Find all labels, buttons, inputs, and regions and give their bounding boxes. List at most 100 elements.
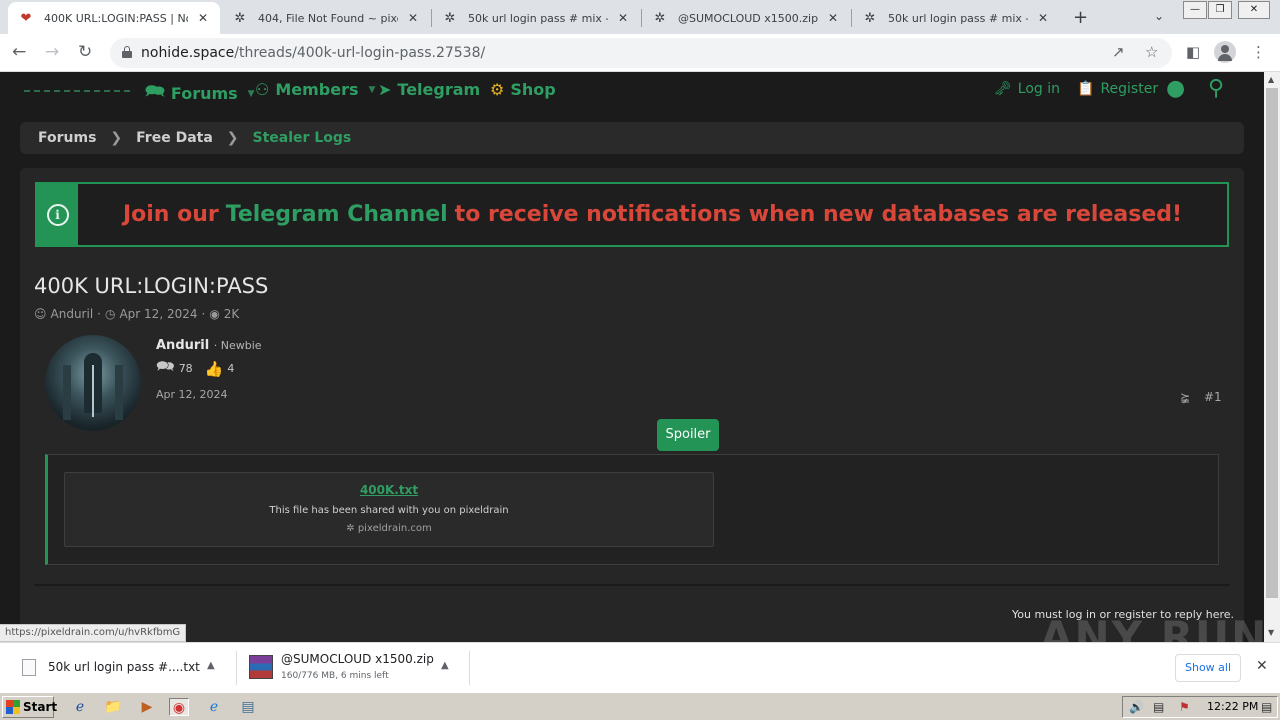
- post-date[interactable]: Apr 12, 2024: [156, 388, 228, 401]
- chevron-down-icon[interactable]: ▼: [248, 89, 255, 99]
- scroll-down-icon[interactable]: ▼: [1268, 628, 1274, 637]
- download-name: @SUMOCLOUD x1500.zip: [281, 652, 434, 666]
- user-rank-separator: ·: [213, 339, 221, 352]
- close-icon[interactable]: ✕: [406, 11, 420, 25]
- nav-shop[interactable]: ⚙ Shop: [490, 80, 556, 99]
- file-name-link[interactable]: 400K.txt: [65, 483, 713, 497]
- status-url: https://pixeldrain.com/u/hvRkfbmG: [0, 624, 187, 642]
- close-icon[interactable]: ✕: [1036, 11, 1050, 25]
- back-arrow-icon[interactable]: ←: [12, 42, 26, 62]
- thread-views: 2K: [223, 307, 240, 321]
- chevron-up-icon[interactable]: ▲: [207, 660, 215, 671]
- close-window-icon[interactable]: ✕: [1238, 1, 1270, 19]
- anyrun-watermark: ANY RUN: [1040, 612, 1264, 642]
- volume-icon[interactable]: 🔊: [1129, 700, 1144, 714]
- media-player-icon[interactable]: ▶: [137, 698, 157, 716]
- chevron-up-icon[interactable]: ▲: [441, 660, 449, 671]
- new-tab-button[interactable]: +: [1073, 7, 1088, 28]
- close-icon[interactable]: ✕: [826, 11, 840, 25]
- site-header: 🗪 Forums ▼ ⚇ Members ▼ ➤ Telegram ⚙ Shop…: [0, 72, 1264, 112]
- clipboard-icon: 📋: [1077, 81, 1095, 97]
- menu-kebab-icon[interactable]: ⋮: [1251, 43, 1266, 61]
- minimize-icon[interactable]: —: [1183, 1, 1207, 19]
- key-icon: 🗝: [994, 81, 1012, 97]
- tab-pixeldrain-50k-2[interactable]: ✲ 50k url login pass # mix - 65.txt ✕: [852, 2, 1060, 34]
- chevron-down-icon[interactable]: ▼: [369, 85, 376, 95]
- share-page-icon[interactable]: ↗: [1112, 43, 1125, 61]
- breadcrumb-stealer-logs[interactable]: Stealer Logs: [253, 130, 352, 146]
- thread-author[interactable]: Anduril: [51, 307, 94, 321]
- windows-flag-icon: [6, 700, 20, 714]
- url-text[interactable]: nohide.space/threads/400k-url-login-pass…: [141, 45, 485, 61]
- address-bar[interactable]: nohide.space/threads/400k-url-login-pass…: [110, 38, 1172, 68]
- page-content: 🗪 Forums ▼ ⚇ Members ▼ ➤ Telegram ⚙ Shop…: [0, 72, 1264, 642]
- breadcrumb-forums[interactable]: Forums: [38, 130, 96, 146]
- restore-icon[interactable]: ❐: [1208, 1, 1232, 19]
- site-logo[interactable]: [24, 90, 130, 92]
- close-icon[interactable]: ✕: [1256, 658, 1268, 674]
- page-scrollbar[interactable]: ▲ ▼: [1264, 72, 1280, 642]
- ie-icon[interactable]: ℯ: [70, 698, 90, 716]
- login-link[interactable]: 🗝 Log in: [994, 81, 1060, 97]
- scroll-up-icon[interactable]: ▲: [1268, 75, 1274, 84]
- close-icon[interactable]: ✕: [616, 11, 630, 25]
- show-desktop-icon[interactable]: ▤: [1261, 700, 1272, 714]
- search-icon[interactable]: ⚲: [1208, 76, 1224, 101]
- thread-block: i Join our Telegram Channel to receive n…: [20, 168, 1244, 642]
- folder-icon[interactable]: 📁: [103, 698, 123, 716]
- meta-separator: ·: [201, 307, 206, 321]
- download-item[interactable]: 50k url login pass #....txt ▲: [0, 643, 236, 693]
- edge-icon[interactable]: ℯ: [204, 698, 224, 716]
- winrar-icon: [249, 655, 273, 679]
- tab-pixeldrain-sumocloud[interactable]: ✲ @SUMOCLOUD x1500.zip ~ pixeldrain ✕: [642, 2, 850, 34]
- bookmark-star-icon[interactable]: ☆: [1145, 43, 1158, 61]
- breadcrumb-free-data[interactable]: Free Data: [136, 130, 213, 146]
- clock[interactable]: 12:22 PM: [1207, 700, 1258, 713]
- chrome-icon[interactable]: ◉: [169, 698, 189, 716]
- network-icon[interactable]: ▤: [1153, 700, 1164, 714]
- download-progress: 160/776 MB, 6 mins left: [281, 671, 389, 681]
- divider: [34, 584, 1230, 586]
- system-tray: 🔊 ▤ ⚑ 12:22 PM ▤: [1122, 696, 1278, 718]
- tab-title: 400K URL:LOGIN:PASS | NoHide: [44, 11, 188, 25]
- tab-title: @SUMOCLOUD x1500.zip ~ pixeldrain: [678, 11, 818, 25]
- security-alert-icon[interactable]: ⚑: [1179, 700, 1190, 714]
- tab-search-chevron-icon[interactable]: ⌄: [1154, 9, 1164, 23]
- user-stats: 🗪 78 👍 4: [156, 356, 234, 381]
- forward-arrow-icon[interactable]: →: [45, 42, 59, 62]
- url-path: /threads/400k-url-login-pass.27538/: [234, 45, 486, 61]
- nav-forums[interactable]: 🗪 Forums ▼: [145, 80, 255, 107]
- file-embed[interactable]: 400K.txt This file has been shared with …: [64, 472, 714, 547]
- tab-pixeldrain-50k[interactable]: ✲ 50k url login pass # mix - 65.txt ✕: [432, 2, 640, 34]
- profile-icon[interactable]: [1214, 41, 1236, 63]
- register-link[interactable]: 📋 Register: [1077, 81, 1158, 97]
- nav-members[interactable]: ⚇ Members ▼: [255, 80, 375, 99]
- close-icon[interactable]: ✕: [196, 11, 210, 25]
- username-link[interactable]: Anduril: [156, 338, 209, 353]
- show-all-button[interactable]: Show all: [1175, 654, 1241, 682]
- scroll-thumb[interactable]: [1266, 88, 1278, 598]
- notepad-icon[interactable]: ▤: [238, 698, 258, 716]
- spoiler-button[interactable]: Spoiler: [657, 419, 719, 451]
- pixeldrain-icon: ✲: [346, 523, 355, 534]
- lock-icon[interactable]: [122, 46, 132, 58]
- side-panel-icon[interactable]: ◧: [1186, 43, 1200, 61]
- start-button[interactable]: Start: [2, 696, 57, 718]
- tab-pixeldrain-404[interactable]: ✲ 404, File Not Found ~ pixeldrain ✕: [222, 2, 430, 34]
- page-title: 400K URL:LOGIN:PASS: [34, 274, 269, 298]
- reload-icon[interactable]: ↻: [78, 42, 92, 62]
- telegram-channel-link[interactable]: Telegram Channel: [226, 202, 448, 227]
- chevron-right-icon: ❯: [226, 130, 239, 146]
- file-icon: [22, 659, 36, 676]
- tab-nohide-thread[interactable]: ❤ 400K URL:LOGIN:PASS | NoHide ✕: [8, 2, 220, 34]
- notice-text-before: Join our: [122, 202, 219, 227]
- thumbs-up-icon: 👍: [204, 359, 224, 378]
- avatar-pillar: [115, 365, 123, 420]
- thread-date[interactable]: Apr 12, 2024: [119, 307, 197, 321]
- globe-icon[interactable]: ●: [1166, 76, 1185, 101]
- avatar[interactable]: [45, 335, 141, 431]
- download-item[interactable]: @SUMOCLOUD x1500.zip 160/776 MB, 6 mins …: [237, 643, 469, 693]
- share-icon[interactable]: ⪶: [1180, 390, 1190, 404]
- nav-telegram[interactable]: ➤ Telegram: [378, 80, 480, 99]
- post-number[interactable]: #1: [1204, 390, 1222, 404]
